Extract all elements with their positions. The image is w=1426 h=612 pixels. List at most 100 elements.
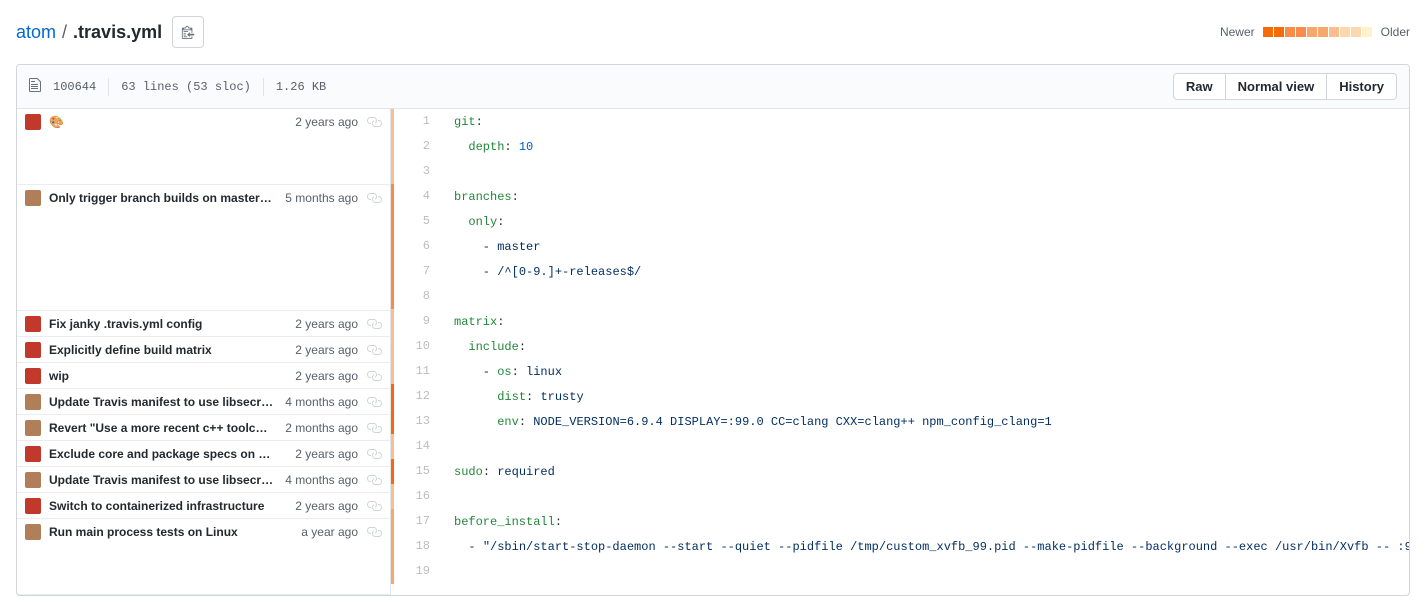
commit-time: 2 years ago [295, 115, 358, 129]
code-line[interactable] [442, 434, 1409, 459]
commit-message[interactable]: Exclude core and package specs on … [49, 447, 287, 461]
line-number[interactable]: 16 [394, 484, 442, 509]
commit-message[interactable]: Explicitly define build matrix [49, 343, 287, 357]
raw-button[interactable]: Raw [1173, 73, 1226, 100]
commit-time: 2 years ago [295, 317, 358, 331]
code-line[interactable]: - master [442, 234, 1409, 259]
line-number[interactable]: 14 [394, 434, 442, 459]
line-number[interactable]: 3 [394, 159, 442, 184]
line-number[interactable]: 1 [394, 109, 442, 134]
age-bar [1263, 27, 1373, 37]
blame-hunk[interactable]: Exclude core and package specs on … 2 yea… [17, 441, 390, 466]
avatar[interactable] [25, 446, 41, 462]
blame-hunk[interactable]: Switch to containerized infrastructure 2 … [17, 493, 390, 518]
blame-hunk[interactable]: Update Travis manifest to use libsecr…4 … [17, 467, 390, 492]
avatar[interactable] [25, 190, 41, 206]
commit-message[interactable]: Run main process tests on Linux [49, 525, 293, 539]
blame-hunk[interactable]: Run main process tests on Linuxa year ag… [17, 519, 390, 544]
avatar[interactable] [25, 524, 41, 540]
avatar[interactable] [25, 394, 41, 410]
line-number[interactable]: 10 [394, 334, 442, 359]
commit-message[interactable]: Update Travis manifest to use libsecr… [49, 473, 277, 487]
reblame-icon[interactable] [366, 316, 382, 332]
code-line[interactable]: - "/sbin/start-stop-daemon --start --qui… [442, 534, 1409, 559]
reblame-icon[interactable] [366, 498, 382, 514]
line-number[interactable]: 13 [394, 409, 442, 434]
view-buttons: Raw Normal view History [1173, 73, 1397, 100]
reblame-icon[interactable] [366, 190, 382, 206]
code-line[interactable]: env: NODE_VERSION=6.9.4 DISPLAY=:99.0 CC… [442, 409, 1409, 434]
commit-time: 2 months ago [285, 421, 358, 435]
code-line[interactable]: only: [442, 209, 1409, 234]
breadcrumb-sep: / [62, 22, 67, 43]
line-number[interactable]: 6 [394, 234, 442, 259]
blame-hunk[interactable]: Fix janky .travis.yml config 2 years ago [17, 311, 390, 336]
line-number[interactable]: 19 [394, 559, 442, 584]
avatar[interactable] [25, 368, 41, 384]
reblame-icon[interactable] [366, 472, 382, 488]
blame-body: 🎨2 years ago Only trigger branch builds o… [17, 109, 1409, 595]
code-line[interactable]: - /^[0-9.]+-releases$/ [442, 259, 1409, 284]
repo-link[interactable]: atom [16, 22, 56, 43]
clipboard-icon [181, 25, 195, 39]
line-number[interactable]: 2 [394, 134, 442, 159]
avatar[interactable] [25, 114, 41, 130]
avatar[interactable] [25, 316, 41, 332]
avatar[interactable] [25, 342, 41, 358]
code-line[interactable] [442, 159, 1409, 184]
reblame-icon[interactable] [366, 368, 382, 384]
blame-hunk[interactable]: Update Travis manifest to use libsecr…4 … [17, 389, 390, 414]
commit-message[interactable]: Switch to containerized infrastructure [49, 499, 287, 513]
line-number[interactable]: 4 [394, 184, 442, 209]
code-line[interactable]: sudo: required [442, 459, 1409, 484]
blame-hunk[interactable]: Revert "Use a more recent c++ toolc… 2 mo… [17, 415, 390, 440]
reblame-icon[interactable] [366, 114, 382, 130]
commit-time: 2 years ago [295, 499, 358, 513]
code-line[interactable]: matrix: [442, 309, 1409, 334]
line-number[interactable]: 12 [394, 384, 442, 409]
code-line[interactable]: depth: 10 [442, 134, 1409, 159]
commit-message[interactable]: Only trigger branch builds on master… [49, 191, 277, 205]
commit-time: 2 years ago [295, 447, 358, 461]
line-number[interactable]: 17 [394, 509, 442, 534]
line-number[interactable]: 7 [394, 259, 442, 284]
blame-hunk[interactable]: wip2 years ago [17, 363, 390, 388]
code-line[interactable]: include: [442, 334, 1409, 359]
reblame-icon[interactable] [366, 342, 382, 358]
file-icon [29, 77, 41, 97]
code-line[interactable] [442, 559, 1409, 584]
code-line[interactable]: branches: [442, 184, 1409, 209]
normal-view-button[interactable]: Normal view [1225, 73, 1328, 100]
line-number-column: 12345678910111213141516171819 [394, 109, 442, 595]
copy-path-button[interactable] [172, 16, 204, 48]
code-line[interactable]: - os: linux [442, 359, 1409, 384]
code-line[interactable] [442, 484, 1409, 509]
reblame-icon[interactable] [366, 420, 382, 436]
line-number[interactable]: 9 [394, 309, 442, 334]
avatar[interactable] [25, 420, 41, 436]
code-line[interactable] [442, 284, 1409, 309]
commit-message[interactable]: Revert "Use a more recent c++ toolc… [49, 421, 277, 435]
older-label: Older [1381, 25, 1410, 39]
reblame-icon[interactable] [366, 394, 382, 410]
code-line[interactable]: dist: trusty [442, 384, 1409, 409]
blame-hunk[interactable]: 🎨2 years ago [17, 109, 390, 134]
code-line[interactable]: before_install: [442, 509, 1409, 534]
line-number[interactable]: 15 [394, 459, 442, 484]
breadcrumb-file: .travis.yml [73, 22, 162, 43]
line-number[interactable]: 11 [394, 359, 442, 384]
reblame-icon[interactable] [366, 524, 382, 540]
commit-message[interactable]: Update Travis manifest to use libsecr… [49, 395, 277, 409]
reblame-icon[interactable] [366, 446, 382, 462]
commit-message[interactable]: Fix janky .travis.yml config [49, 317, 287, 331]
code-line[interactable]: git: [442, 109, 1409, 134]
line-number[interactable]: 8 [394, 284, 442, 309]
commit-message[interactable]: wip [49, 369, 287, 383]
blame-hunk[interactable]: Only trigger branch builds on master…5 m… [17, 185, 390, 210]
avatar[interactable] [25, 498, 41, 514]
avatar[interactable] [25, 472, 41, 488]
blame-hunk[interactable]: Explicitly define build matrix2 years ag… [17, 337, 390, 362]
line-number[interactable]: 18 [394, 534, 442, 559]
line-number[interactable]: 5 [394, 209, 442, 234]
history-button[interactable]: History [1326, 73, 1397, 100]
